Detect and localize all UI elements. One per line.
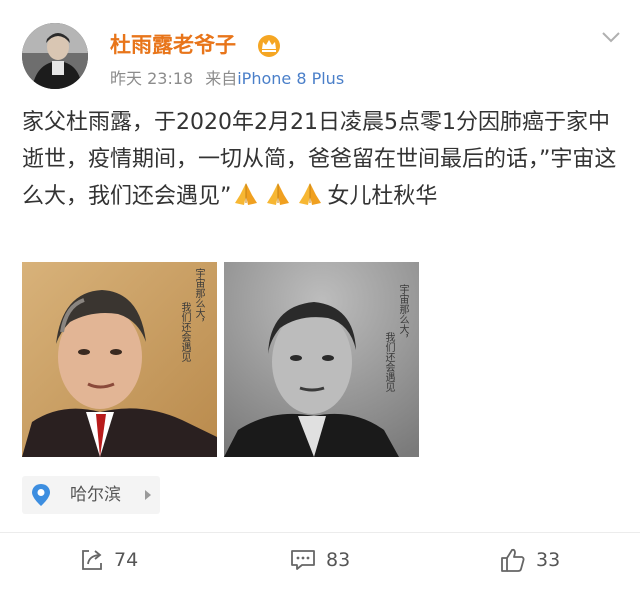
source-prefix: 来自 [205, 69, 238, 88]
location-tag[interactable]: 哈尔滨 [22, 476, 160, 514]
post-meta: 昨天 23:18 来自iPhone 8 Plus [110, 68, 344, 90]
comment-count: 83 [326, 549, 351, 571]
post-image-2[interactable]: 宇宙那么大， 我们还会遇见 [224, 262, 419, 457]
like-button[interactable]: 33 [500, 545, 560, 575]
like-count: 33 [536, 549, 561, 571]
folded-hands-icon [299, 183, 322, 205]
crown-badge-icon [258, 35, 280, 57]
author-avatar[interactable] [22, 23, 88, 89]
post-time: 昨天 23:18 [110, 69, 194, 88]
image-1-caption-2: 我们还会遇见 [178, 302, 190, 362]
image-2-caption-line-2: 我们还会遇见 [383, 332, 394, 392]
caret-right-icon [145, 490, 151, 500]
chevron-down-icon[interactable] [600, 26, 622, 48]
image-1-caption: 宇宙那么大， [192, 268, 204, 328]
image-1-caption-line-2: 我们还会遇见 [179, 302, 190, 362]
folded-hands-icon [267, 183, 290, 205]
repost-icon [82, 550, 102, 570]
comment-icon [291, 550, 315, 570]
repost-button[interactable]: 74 [80, 545, 138, 575]
weibo-post-card: 杜雨露老爷子 昨天 23:18 来自iPhone 8 Plus 家父杜雨露，于20… [0, 0, 640, 604]
repost-count: 74 [114, 549, 139, 571]
folded-hands-icon [235, 183, 258, 205]
image-1-caption-line-1: 宇宙那么大， [193, 268, 204, 328]
post-text-signature: 女儿杜秋华 [327, 184, 438, 209]
comment-button[interactable]: 83 [290, 545, 350, 575]
image-2-caption: 宇宙那么大， [396, 284, 408, 344]
action-bar-divider [0, 532, 640, 533]
image-2-caption-2: 我们还会遇见 [382, 332, 394, 392]
source-device-link[interactable]: iPhone 8 Plus [237, 69, 344, 88]
post-text: 家父杜雨露，于2020年2月21日凌晨5点零1分因肺癌于家中逝世，疫情期间，一切… [22, 104, 626, 215]
post-image-1[interactable]: 宇宙那么大， 我们还会遇见 [22, 262, 217, 457]
location-pin-icon [32, 484, 50, 506]
image-2-caption-line-1: 宇宙那么大， [397, 284, 408, 344]
thumbs-up-icon [501, 548, 525, 572]
location-label: 哈尔滨 [70, 485, 121, 505]
author-name[interactable]: 杜雨露老爷子 [110, 32, 236, 58]
